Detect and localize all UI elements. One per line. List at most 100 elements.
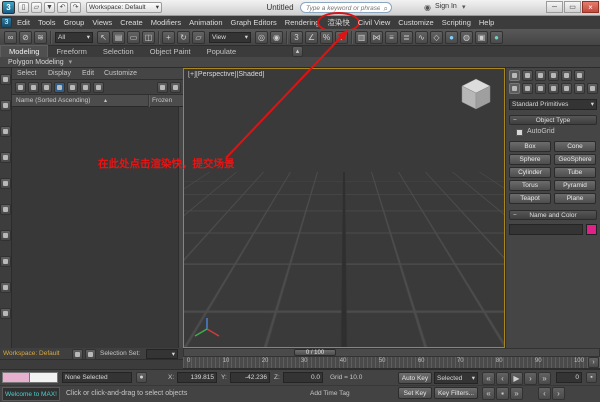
current-frame-field[interactable]: 0 [556,372,582,383]
selection-filter-dropdown[interactable]: All ▾ [55,32,93,43]
time-slider-handle[interactable]: 0 / 100 [294,349,336,356]
time-config-button-2[interactable]: › [552,387,565,400]
maxscript-mini-listener-pink[interactable] [2,372,30,383]
workspace-status-label[interactable]: Workspace: Default [3,350,60,357]
spinner-snap-icon[interactable]: ↕ [335,31,348,44]
create-pyramid-button[interactable]: Pyramid [554,180,596,191]
object-type-rollout[interactable]: − Object Type [509,115,597,125]
window-crossing-icon[interactable]: ◫ [142,31,155,44]
viewport-label[interactable]: [+][Perspective][Shaded] [188,71,264,78]
minimize-button[interactable]: ─ [546,1,563,13]
create-teapot-button[interactable]: Teapot [509,193,551,204]
angle-snap-icon[interactable]: ∠ [305,31,318,44]
auto-key-button[interactable]: Auto Key [398,372,432,384]
display-tab-icon[interactable] [561,70,572,81]
curve-editor-icon[interactable]: ∿ [415,31,428,44]
create-cone-button[interactable]: Cone [554,141,596,152]
menu-edit[interactable]: Edit [13,16,34,29]
explorer-menu-select[interactable]: Select [17,70,36,77]
maxscript-mini-listener-white[interactable] [30,372,58,383]
menu-graph-editors[interactable]: Graph Editors [227,16,281,29]
trackbar-next-icon[interactable]: › [588,357,599,368]
menu-animation[interactable]: Animation [185,16,226,29]
shapes-category-icon[interactable] [522,83,533,94]
previous-key-button[interactable]: « [482,387,495,400]
align-icon[interactable]: ≡ [385,31,398,44]
explorer-select-icon[interactable] [28,82,39,93]
next-key-button[interactable]: » [510,387,523,400]
docked-toolbar-icon-2[interactable] [0,100,11,111]
set-key-button[interactable]: Set Key [398,387,432,399]
selection-set-dropdown[interactable]: ▾ [146,349,178,359]
menu-scripting[interactable]: Scripting [438,16,475,29]
select-and-rotate-icon[interactable]: ↻ [177,31,190,44]
layer-manager-icon[interactable]: ≣ [400,31,413,44]
create-cylinder-button[interactable]: Cylinder [509,167,551,178]
ribbon-tab-object-paint[interactable]: Object Paint [142,46,199,57]
modify-tab-icon[interactable] [522,70,533,81]
viewcube[interactable] [456,75,496,115]
maximize-button[interactable]: ▭ [564,1,581,13]
use-pivot-center-icon[interactable]: ◎ [255,31,268,44]
ribbon-tab-modeling[interactable]: Modeling [0,45,49,57]
bind-to-space-warp-icon[interactable]: ≋ [34,31,47,44]
menu-render-plugin[interactable]: 渲染快 [317,12,360,33]
menu-views[interactable]: Views [88,16,116,29]
explorer-menu-display[interactable]: Display [48,70,71,77]
utilities-tab-icon[interactable] [574,70,585,81]
search-input[interactable] [304,3,382,14]
autogrid-checkbox[interactable] [516,129,523,136]
app-logo-icon[interactable]: 3 [2,1,15,14]
create-torus-button[interactable]: Torus [509,180,551,191]
x-coordinate-field[interactable]: 139.815 [177,372,217,383]
perspective-viewport[interactable]: [+][Perspective][Shaded] [183,68,505,348]
create-tube-button[interactable]: Tube [554,167,596,178]
ribbon-tab-freeform[interactable]: Freeform [48,46,94,57]
docked-toolbar-icon-4[interactable] [0,152,11,163]
y-coordinate-field[interactable]: -42.236 [230,372,270,383]
create-geosphere-button[interactable]: GeoSphere [554,154,596,165]
explorer-menu-edit[interactable]: Edit [82,70,94,77]
named-selection-sets-icon[interactable]: ▥ [355,31,368,44]
rendered-frame-window-icon[interactable]: ▣ [475,31,488,44]
render-production-icon[interactable]: ● [490,31,503,44]
track-bar[interactable]: 0 10 20 30 40 50 60 70 80 90 100 › [183,357,600,369]
primitive-category-dropdown[interactable]: Standard Primitives ▾ [509,99,597,110]
select-and-move-icon[interactable]: + [162,31,175,44]
menu-civil-view[interactable]: Civil View [354,16,394,29]
z-coordinate-field[interactable]: 0.0 [283,372,323,383]
docked-toolbar-icon-3[interactable] [0,126,11,137]
column-divider[interactable] [148,95,150,107]
sign-in-link[interactable]: Sign In [435,3,457,10]
explorer-view-icon[interactable] [170,82,181,93]
sign-in-caret-icon[interactable]: ▾ [462,3,466,11]
redo-icon[interactable]: ↷ [70,2,81,13]
name-and-color-rollout[interactable]: − Name and Color [509,210,597,220]
explorer-settings-icon[interactable] [157,82,168,93]
explorer-find-icon[interactable] [15,82,26,93]
menu-modifiers[interactable]: Modifiers [147,16,185,29]
explorer-lock-icon[interactable] [41,82,52,93]
undo-icon[interactable]: ↶ [57,2,68,13]
docked-toolbar-icon-7[interactable] [0,230,11,241]
create-tab-icon[interactable] [509,70,520,81]
docked-toolbar-icon-9[interactable] [0,282,11,293]
object-name-field[interactable] [509,224,583,235]
explorer-column-frozen[interactable]: Frozen [152,97,172,104]
select-and-manipulate-icon[interactable]: ◉ [270,31,283,44]
search-icon[interactable]: ⌕ [384,3,388,14]
select-and-scale-icon[interactable]: ▱ [192,31,205,44]
object-color-swatch[interactable] [586,224,597,235]
docked-toolbar-icon-10[interactable] [0,308,11,319]
space-warps-category-icon[interactable] [574,83,585,94]
select-and-link-icon[interactable]: ∞ [4,31,17,44]
polygon-modeling-panel[interactable]: Polygon Modeling [8,59,64,66]
explorer-layers-icon[interactable] [93,82,104,93]
explorer-list-area[interactable] [12,107,178,348]
app-menu-icon[interactable]: 3 [1,17,12,28]
schematic-view-icon[interactable]: ◇ [430,31,443,44]
docked-toolbar-icon-6[interactable] [0,204,11,215]
create-box-button[interactable]: Box [509,141,551,152]
new-scene-icon[interactable]: ▯ [18,2,29,13]
time-slider-track[interactable]: 0 / 100 [183,348,600,357]
